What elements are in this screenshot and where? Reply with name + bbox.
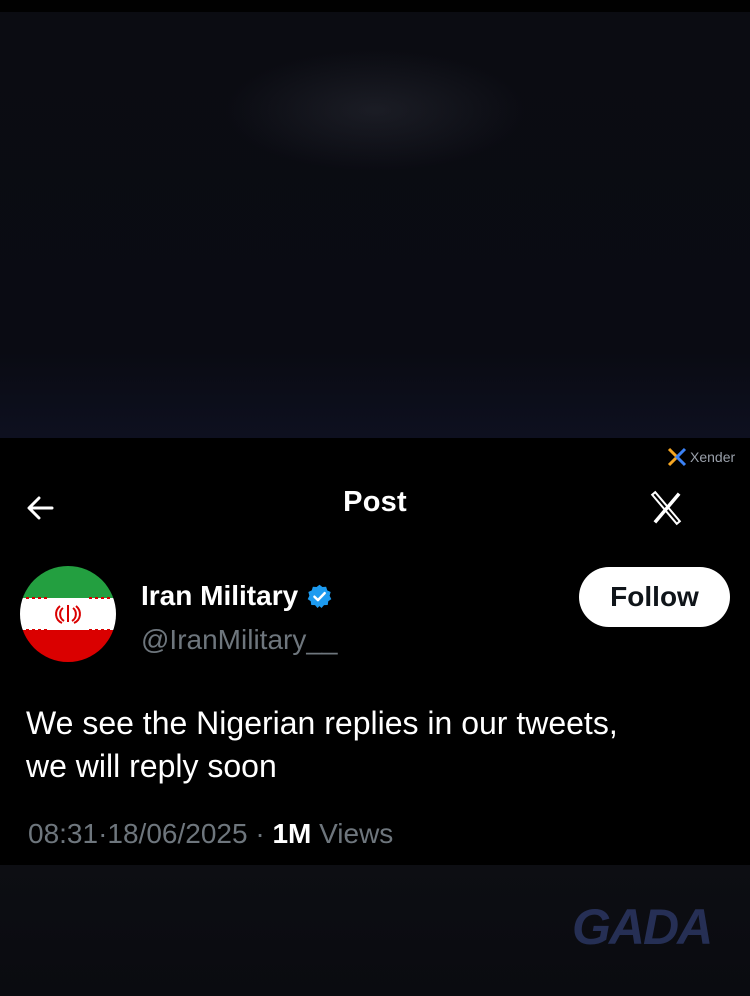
xender-label: Xender bbox=[690, 449, 736, 465]
iran-flag-icon bbox=[20, 566, 116, 662]
blurred-background-top bbox=[0, 0, 750, 440]
author-display-name[interactable]: Iran Military bbox=[141, 580, 298, 612]
xender-logo-icon bbox=[667, 447, 687, 467]
verified-badge-icon bbox=[307, 584, 332, 608]
meta-separator: · bbox=[247, 818, 273, 849]
views-count[interactable]: 1M bbox=[272, 818, 311, 849]
author-handle[interactable]: @IranMilitary__ bbox=[141, 624, 337, 656]
tweet-text-line-1: We see the Nigerian replies in our tweet… bbox=[26, 705, 618, 741]
x-logo-icon[interactable] bbox=[647, 488, 687, 528]
follow-button[interactable]: Follow bbox=[579, 567, 730, 627]
gada-watermark: GADA bbox=[572, 899, 713, 955]
page-title: Post bbox=[343, 486, 407, 518]
xender-watermark: Xender bbox=[667, 447, 735, 467]
views-label[interactable]: Views bbox=[319, 818, 393, 849]
tweet-text: We see the Nigerian replies in our tweet… bbox=[26, 702, 726, 788]
screenshot-frame: Xender Post Iran Military @IranMilitary_… bbox=[0, 0, 750, 996]
tweet-text-line-2: we will reply soon bbox=[26, 748, 277, 784]
tweet-time[interactable]: 08:31 bbox=[28, 818, 98, 849]
tweet-meta: 08:31·18/06/2025 · 1M Views bbox=[28, 818, 393, 850]
meta-separator: · bbox=[98, 818, 108, 849]
avatar[interactable] bbox=[20, 566, 116, 662]
tweet-date[interactable]: 18/06/2025 bbox=[107, 818, 247, 849]
top-edge bbox=[0, 0, 750, 12]
author-name-row[interactable]: Iran Military bbox=[141, 580, 333, 612]
